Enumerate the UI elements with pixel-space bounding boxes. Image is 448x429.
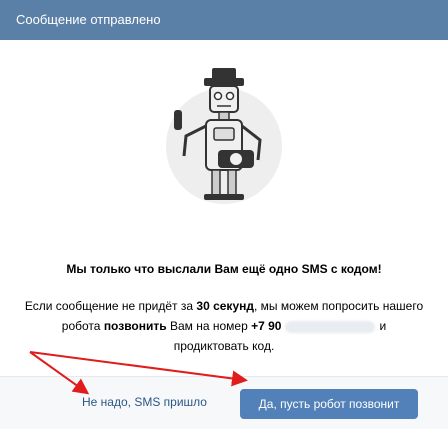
body-to: Вам на номер [169, 319, 248, 333]
decline-call-button[interactable]: Не надо, SMS пришло [82, 395, 207, 409]
body-prefix: Если сообщение не придёт за [24, 299, 194, 313]
robot-illustration [166, 68, 282, 204]
headline: Мы только что выслали Вам ещё одно SMS с… [66, 262, 382, 276]
phone-number-redacted [285, 320, 376, 333]
robot-call-button[interactable]: Да, пусть робот позвонит [240, 389, 418, 419]
body-seconds: 30 секунд [196, 299, 254, 313]
dialog-header: Сообщение отправлено [0, 0, 448, 40]
body-text: Если сообщение не придёт за 30 секунд, м… [24, 296, 424, 356]
sms-sent-dialog: Сообщение отправлено Мы только что высла… [0, 0, 448, 429]
phone-number: +7 90 [251, 319, 282, 333]
dialog-title: Сообщение отправлено [16, 12, 161, 27]
body-call: позвонить [103, 319, 167, 333]
